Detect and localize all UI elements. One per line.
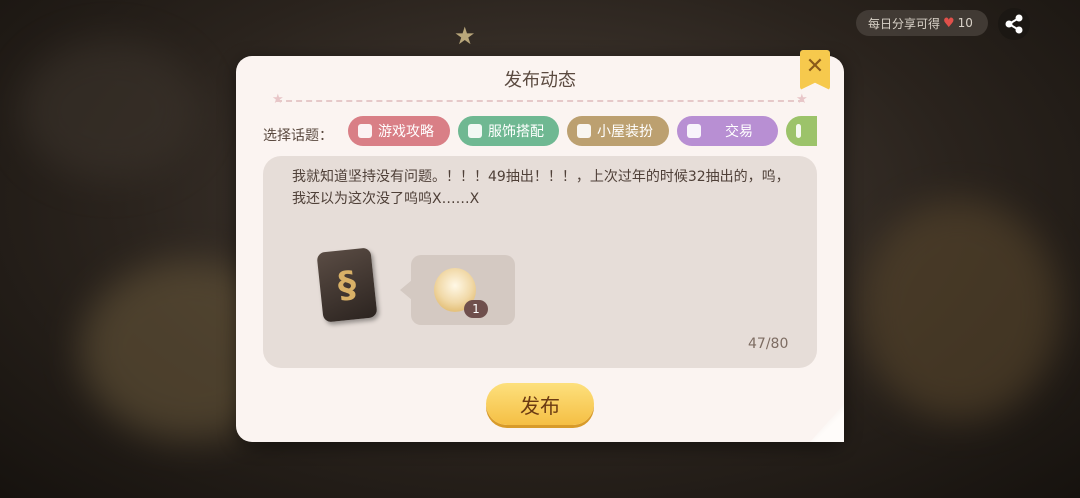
topic-chip-more[interactable] [786, 116, 817, 146]
star-icon: ★ [454, 22, 476, 50]
share-button[interactable] [998, 8, 1030, 40]
share-icon [1005, 14, 1023, 34]
dialog-title: 发布动态 [504, 70, 576, 91]
question-icon [796, 124, 801, 138]
char-counter: 47/80 [748, 336, 789, 352]
title-divider [276, 100, 804, 102]
attachment-quantity-badge: 1 [464, 300, 488, 318]
star-icon: ★ [796, 92, 808, 107]
coins-icon [687, 124, 701, 138]
mahjong-tile-icon: § [316, 247, 378, 323]
topic-chip-outfit[interactable]: 服饰搭配 [458, 116, 559, 146]
background-glow [860, 200, 1060, 420]
daily-share-hint: 每日分享可得 ♥ 10 [856, 10, 988, 36]
topic-label: 选择话题： [263, 128, 333, 144]
house-icon [577, 124, 591, 138]
publish-label: 发布 [520, 393, 560, 418]
publish-button[interactable]: 发布 [486, 383, 594, 425]
topic-chip-game-guide[interactable]: 游戏攻略 [348, 116, 450, 146]
share-hint-label: 每日分享可得 [868, 16, 941, 31]
topic-chip-room-decor[interactable]: 小屋装扮 [567, 116, 669, 146]
hanger-icon [468, 124, 482, 138]
topic-chip-label: 交易 [725, 124, 753, 140]
book-icon [358, 124, 372, 138]
topic-chip-label: 小屋装扮 [597, 124, 653, 140]
star-icon: ★ [272, 92, 284, 107]
post-text[interactable]: 我就知道坚持没有问题。！！！49抽出！！！，上次过年的时候32抽出的，呜，我还以… [292, 166, 802, 210]
topic-chip-trade[interactable]: 交易 [677, 116, 778, 146]
topic-chip-label: 游戏攻略 [378, 124, 434, 140]
heart-icon: ♥ [943, 15, 955, 31]
share-reward-amount: 10 [957, 16, 973, 30]
background-glow [20, 40, 200, 180]
topic-chip-label: 服饰搭配 [488, 124, 544, 140]
